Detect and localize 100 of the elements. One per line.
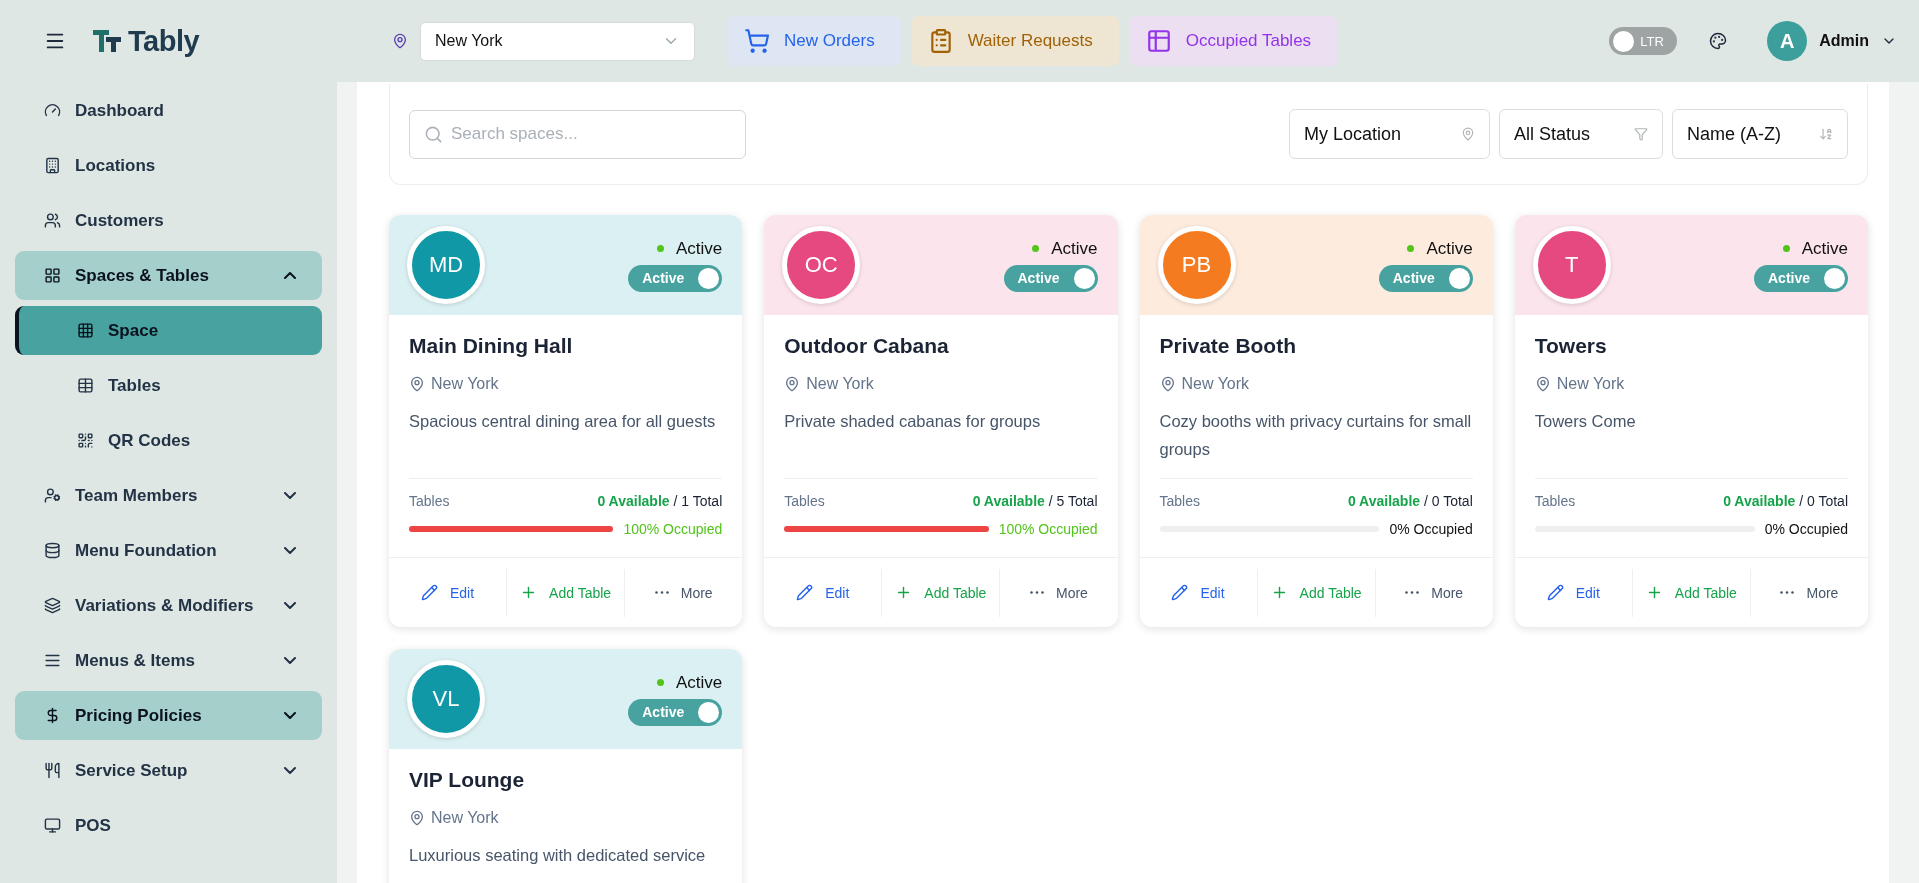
sidebar-item[interactable]: Variations & Modifiers [15, 581, 322, 630]
filter-icon [1634, 127, 1648, 141]
cart-icon [744, 28, 770, 54]
card-action-button[interactable]: Edit [1139, 568, 1258, 617]
palette-icon[interactable] [1709, 32, 1728, 50]
status-label: Active [656, 672, 723, 693]
logo-icon [92, 28, 122, 54]
sidebar-item[interactable]: Service Setup [15, 746, 322, 795]
space-location: New York [409, 375, 723, 393]
status-dot [656, 245, 664, 252]
space-name: Outdoor Cabana [784, 334, 950, 358]
pin-icon [409, 810, 425, 826]
status-dot [656, 679, 664, 686]
space-description: Luxurious seating with dedicated service [409, 845, 707, 866]
sidebar-item[interactable]: Spaces & Tables [15, 251, 322, 300]
card-action-button[interactable]: More [1750, 568, 1868, 617]
space-avatar: T [1532, 226, 1611, 304]
gauge-icon [44, 102, 61, 119]
status-label: Active [656, 238, 723, 259]
sidebar-item[interactable]: POS [15, 801, 322, 850]
space-avatar: OC [782, 226, 861, 304]
sidebar-item[interactable]: Dashboard [15, 86, 322, 135]
grid-icon [77, 322, 94, 339]
quick-action-button[interactable]: Occupied Tables [1129, 16, 1338, 66]
space-avatar: VL [407, 660, 485, 738]
ellipsis-icon [1030, 591, 1044, 594]
quick-action-button[interactable]: Waiter Requests [911, 16, 1119, 66]
space-avatar: PB [1157, 226, 1236, 304]
occupancy-text: 0% Occupied [1389, 521, 1473, 537]
pencil-icon [420, 584, 438, 601]
ellipsis-icon [1405, 591, 1420, 594]
table-icon [1145, 28, 1172, 54]
pin-icon [1159, 376, 1176, 392]
pencil-icon [796, 584, 814, 601]
brand-name: Tably [128, 24, 200, 58]
tables-label: Tables [409, 493, 450, 509]
pin-icon [392, 33, 408, 49]
ellipsis-icon [654, 591, 669, 594]
table-count: 0 Available / 0 Total [1347, 493, 1473, 509]
card-action-button[interactable]: Edit [764, 568, 883, 617]
table-count: 0 Available / 0 Total [1723, 493, 1848, 509]
chevron-icon [284, 767, 296, 774]
sidebar-item[interactable]: Locations [15, 141, 322, 190]
user-name[interactable]: Admin [1819, 32, 1869, 50]
space-location: New York [409, 809, 723, 827]
sort-icon [1819, 127, 1833, 141]
table-count: 0 Available / 5 Total [972, 493, 1098, 509]
status-dot [1032, 245, 1040, 252]
space-description: Spacious central dining area for all guests [409, 411, 717, 432]
ellipsis-icon [1780, 591, 1795, 594]
status-label: Active [1782, 238, 1848, 259]
space-location: New York [784, 375, 1098, 393]
sidebar-subitem[interactable]: QR Codes [15, 416, 322, 465]
card-action-button[interactable]: Edit [389, 568, 508, 617]
pin-icon [409, 376, 425, 392]
sidebar-item[interactable]: Menus & Items [15, 636, 322, 685]
filter-select[interactable]: My Location [1289, 109, 1490, 159]
space-description: Private shaded cabanas for groups [784, 411, 1042, 432]
filter-select[interactable]: All Status [1499, 109, 1663, 159]
chevron-icon [284, 272, 296, 279]
sidebar-item[interactable]: Team Members [15, 471, 322, 520]
layers-icon [44, 597, 61, 614]
status-dot [1407, 245, 1415, 252]
table-icon [77, 377, 94, 394]
building-icon [44, 157, 61, 174]
chevron-icon [284, 492, 296, 499]
tables-label: Tables [1159, 493, 1200, 509]
status-label: Active [1407, 238, 1473, 259]
card-action-button[interactable]: Edit [1514, 568, 1633, 617]
sidebar-subitem[interactable]: Space [15, 306, 322, 355]
sidebar-subitem[interactable]: Tables [15, 361, 322, 410]
sidebar-item[interactable]: Pricing Policies [15, 691, 322, 740]
pencil-icon [1546, 584, 1564, 601]
space-name: Towers [1534, 334, 1608, 358]
card-action-button[interactable]: More [625, 568, 743, 617]
qr-code-icon [77, 432, 94, 449]
chevron-icon [284, 547, 296, 554]
filter-select[interactable]: Name (A-Z) [1672, 109, 1848, 159]
database-icon [44, 542, 61, 559]
space-avatar: MD [407, 226, 485, 304]
space-description: Cozy booths with privacy curtains for small groups [1159, 411, 1473, 460]
quick-action-button[interactable]: New Orders [728, 16, 901, 66]
lines-icon [44, 652, 61, 669]
status-dot [1782, 245, 1790, 252]
sidebar-item[interactable]: Customers [15, 196, 322, 245]
location-select[interactable]: New York [420, 21, 695, 61]
chevron-icon [284, 712, 296, 719]
card-action-button[interactable]: More [1000, 568, 1118, 617]
pin-icon [784, 376, 801, 392]
space-location: New York [1159, 375, 1473, 393]
tables-label: Tables [1534, 493, 1576, 509]
sidebar-item[interactable]: Menu Foundation [15, 526, 322, 575]
space-description: Towers Come [1534, 411, 1637, 432]
card-action-button[interactable]: More [1375, 568, 1493, 617]
chevron-icon [284, 602, 296, 609]
pencil-icon [1171, 584, 1189, 601]
occupancy-text: 0% Occupied [1764, 521, 1848, 537]
space-name: VIP Lounge [409, 768, 526, 792]
space-location: New York [1534, 375, 1848, 393]
utensils-icon [44, 762, 61, 779]
